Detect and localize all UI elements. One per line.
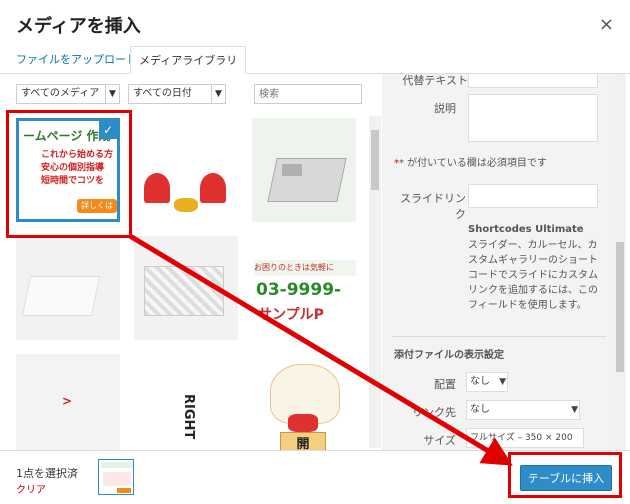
link-to-value: なし	[470, 404, 490, 415]
align-select[interactable]: なし ▼	[466, 372, 508, 392]
scrollbar-thumb[interactable]	[371, 130, 379, 190]
search-input[interactable]	[254, 84, 362, 104]
media-item[interactable]: >	[16, 354, 120, 450]
media-item[interactable]	[252, 118, 356, 222]
tab-bar: ファイルをアップロード メディアライブラリ	[0, 46, 630, 74]
modal-title: メディアを挿入	[16, 16, 141, 37]
thumb-phone: 03-9999-	[256, 280, 342, 300]
thumb-right-text: RIGHT	[181, 394, 196, 440]
close-icon[interactable]: ×	[599, 14, 614, 35]
alt-text-label: 代替テキスト	[402, 74, 468, 87]
align-label: 配置	[434, 378, 456, 391]
link-to-select[interactable]: なし ▼	[466, 400, 580, 420]
media-item[interactable]	[16, 236, 120, 340]
alt-text-field[interactable]	[468, 74, 598, 88]
chevron-down-icon: ▼	[571, 405, 578, 415]
attachment-details-panel: 代替テキスト 説明 ** が付いている欄は必須項目です スライドリンク Shor…	[382, 74, 614, 450]
media-item[interactable]	[134, 236, 238, 340]
tab-upload[interactable]: ファイルをアップロード	[8, 46, 145, 74]
date-select[interactable]: すべての日付 ▼	[128, 84, 226, 104]
size-value: フルサイズ – 350 × 200	[470, 433, 573, 443]
thumb-sample: サンプルP	[258, 307, 324, 323]
highlight-box-insert	[508, 452, 622, 498]
media-item[interactable]: お困りのときは気軽に 03-9999- サンプルP	[252, 236, 356, 340]
sidebar-scrollbar[interactable]	[614, 74, 626, 450]
slide-link-field[interactable]	[468, 184, 598, 208]
chevron-down-icon: ▼	[211, 85, 225, 103]
media-modal: メディアを挿入 × ファイルをアップロード メディアライブラリ すべてのメディア…	[0, 0, 630, 504]
media-item[interactable]	[134, 118, 238, 222]
selection-count: 1点を選択済	[16, 467, 78, 480]
required-note: * が付いている欄は必須項目です	[399, 158, 547, 169]
align-value: なし	[470, 376, 490, 387]
grid-scrollbar[interactable]	[369, 116, 381, 448]
scrollbar-thumb[interactable]	[616, 242, 624, 372]
clear-selection-link[interactable]: クリア	[16, 481, 46, 496]
arrow-right-icon: >	[62, 394, 73, 408]
size-select[interactable]: フルサイズ – 350 × 200	[466, 428, 584, 448]
chevron-down-icon: ▼	[105, 85, 119, 103]
media-item[interactable]: 開	[252, 354, 356, 450]
link-to-label: リンク先	[412, 406, 456, 419]
description-label: 説明	[434, 102, 456, 115]
size-label: サイズ	[423, 434, 456, 447]
display-settings-heading: 添付ファイルの表示設定	[394, 350, 504, 361]
date-value: すべての日付	[133, 88, 192, 99]
selected-thumbnail[interactable]	[98, 459, 134, 495]
thumb-sign: 開	[280, 432, 326, 450]
slide-link-label: スライドリンク	[400, 192, 466, 221]
media-type-select[interactable]: すべてのメディア ▼	[16, 84, 120, 104]
plugin-description: スライダー、カルーセル、カスタムギャラリーのショートコードでスライドにカスタムリ…	[468, 240, 598, 311]
highlight-box-thumbnail	[6, 110, 132, 238]
tab-media-library[interactable]: メディアライブラリ	[130, 46, 247, 74]
thumb-caption: お困りのときは気軽に	[254, 260, 356, 276]
media-type-value: すべてのメディア	[21, 88, 100, 99]
media-item[interactable]: RIGHT	[134, 354, 238, 450]
description-field[interactable]	[468, 94, 598, 142]
plugin-name: Shortcodes Ultimate	[468, 224, 584, 235]
chevron-down-icon: ▼	[499, 377, 506, 387]
